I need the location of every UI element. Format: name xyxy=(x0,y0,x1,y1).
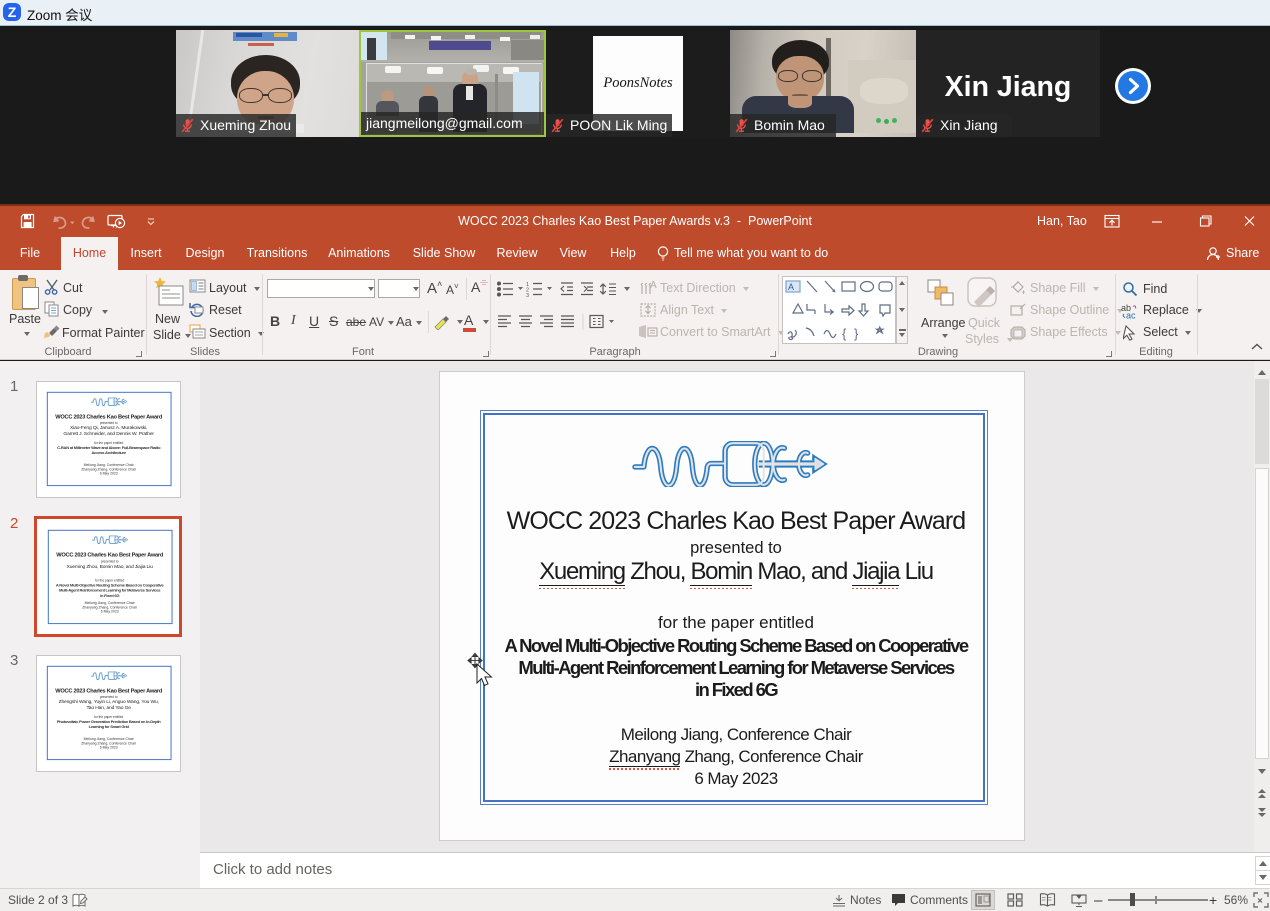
svg-text:A: A xyxy=(650,280,657,291)
svg-text:{: { xyxy=(842,326,847,341)
svg-text:3: 3 xyxy=(526,293,529,297)
svg-text:A: A xyxy=(788,282,794,292)
svg-text:}: } xyxy=(854,326,859,341)
svg-text:ac: ac xyxy=(1126,311,1136,320)
